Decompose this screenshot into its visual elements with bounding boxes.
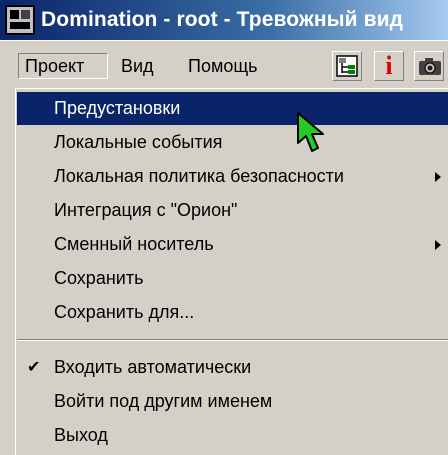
menu-item-label: Локальные события (54, 132, 223, 152)
menu-help[interactable]: Помощь (182, 53, 294, 79)
menu-item-label: Входить автоматически (54, 357, 252, 377)
app-window: Domination - root - Тревожный вид Проект… (0, 0, 448, 455)
menu-item-label: Локальная политика безопасности (54, 166, 344, 186)
menu-item-save[interactable]: Сохранить (17, 262, 448, 295)
menu-view[interactable]: Вид (115, 53, 169, 79)
menu-item-local-security-policy[interactable]: Локальная политика безопасности (17, 160, 448, 193)
menu-item-label: Войти под другим именем (54, 391, 273, 411)
menu-item-presets[interactable]: Предустановки (17, 92, 448, 125)
check-icon: ✔ (27, 359, 41, 376)
menu-item-label: Предустановки (54, 98, 181, 118)
menu-project[interactable]: Проект (18, 53, 108, 79)
menu-item-label: Сохранить (54, 268, 144, 288)
submenu-arrow-icon (435, 240, 441, 250)
window-title: Domination - root - Тревожный вид (41, 8, 404, 31)
camera-button[interactable] (414, 51, 444, 81)
menu-item-save-for[interactable]: Сохранить для... (17, 296, 448, 329)
title-bar[interactable]: Domination - root - Тревожный вид (0, 0, 448, 40)
app-icon[interactable] (5, 5, 35, 35)
info-button[interactable]: i (374, 51, 404, 81)
info-icon: i (385, 51, 393, 80)
menu-item-login-as-other[interactable]: Войти под другим именем (17, 385, 448, 418)
camera-icon (419, 58, 441, 75)
menu-item-label: Сохранить для... (54, 302, 195, 322)
menu-item-orion-integration[interactable]: Интеграция с "Орион" (17, 194, 448, 227)
project-menu-dropdown: Предустановки Локальные события Локальна… (15, 88, 448, 455)
menu-item-local-events[interactable]: Локальные события (17, 126, 448, 159)
submenu-arrow-icon (435, 172, 441, 182)
menu-separator (17, 339, 448, 341)
cursor-arrow-icon (297, 112, 324, 152)
tree-icon (336, 55, 358, 77)
menu-item-auto-login[interactable]: ✔ Входить автоматически (17, 351, 448, 384)
menu-item-exit[interactable]: Выход (17, 419, 448, 452)
tree-button[interactable] (332, 51, 362, 81)
menu-item-label: Интеграция с "Орион" (54, 200, 238, 220)
menu-item-label: Выход (54, 425, 108, 445)
menu-bar: Проект Вид Помощь i (0, 40, 448, 88)
menu-item-label: Сменный носитель (54, 234, 214, 254)
menu-item-removable-media[interactable]: Сменный носитель (17, 228, 448, 261)
